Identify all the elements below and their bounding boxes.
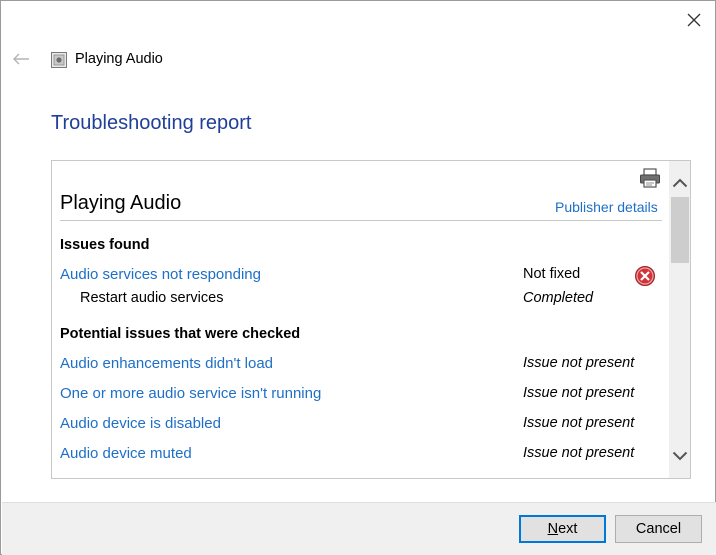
- checked-issue-link[interactable]: One or more audio service isn't running: [60, 385, 321, 402]
- scroll-down-button[interactable]: [669, 444, 690, 468]
- checked-issue-link[interactable]: Audio device muted: [60, 445, 192, 462]
- divider: [60, 220, 662, 221]
- issues-found-heading: Issues found: [60, 237, 150, 253]
- error-icon: [635, 266, 655, 286]
- vertical-scrollbar[interactable]: [669, 161, 690, 478]
- cancel-button[interactable]: Cancel: [615, 515, 702, 543]
- page-title: Troubleshooting report: [51, 112, 252, 134]
- issue-step-status: Completed: [523, 290, 594, 306]
- chevron-down-icon: [672, 451, 688, 461]
- checked-issue-status: Issue not present: [523, 355, 635, 371]
- chevron-up-icon: [672, 178, 688, 188]
- issue-row: Audio services not responding Not fixed: [52, 266, 670, 290]
- troubleshooter-app-icon: [51, 52, 67, 68]
- printer-icon[interactable]: [638, 166, 662, 190]
- back-button[interactable]: [7, 45, 35, 73]
- checked-issues-heading: Potential issues that were checked: [60, 326, 301, 342]
- checked-issue-link[interactable]: Audio enhancements didn't load: [60, 355, 273, 372]
- checked-row: Audio enhancements didn't load Issue not…: [52, 355, 670, 379]
- issue-step-label: Restart audio services: [80, 290, 224, 306]
- dialog-footer: Next Cancel: [2, 502, 716, 555]
- checked-row: Audio device is disabled Issue not prese…: [52, 415, 670, 439]
- scroll-up-button[interactable]: [669, 171, 690, 195]
- checked-issue-status: Issue not present: [523, 415, 635, 431]
- issue-step-row: Restart audio services Completed: [52, 290, 670, 314]
- troubleshooter-window: Playing Audio Troubleshooting report Pla…: [0, 0, 716, 555]
- checked-issue-link[interactable]: Audio device is disabled: [60, 415, 221, 432]
- next-mnemonic: N: [547, 521, 559, 537]
- checked-row: One or more audio service isn't running …: [52, 385, 670, 409]
- scrollbar-thumb[interactable]: [671, 197, 689, 263]
- next-label: ext: [558, 521, 578, 537]
- back-arrow-icon: [13, 53, 29, 65]
- next-button[interactable]: Next: [519, 515, 606, 543]
- report-panel: Playing Audio Publisher details Issues f…: [51, 160, 691, 479]
- publisher-details-link[interactable]: Publisher details: [555, 199, 658, 215]
- close-icon: [687, 13, 700, 27]
- close-button[interactable]: [671, 1, 716, 39]
- window-title: Playing Audio: [75, 51, 163, 67]
- issue-status: Not fixed: [523, 266, 581, 282]
- checked-issue-status: Issue not present: [523, 385, 635, 401]
- checked-row: Audio device muted Issue not present: [52, 445, 670, 469]
- checked-issue-status: Issue not present: [523, 445, 635, 461]
- report-title: Playing Audio: [60, 192, 182, 214]
- issue-link[interactable]: Audio services not responding: [60, 266, 261, 283]
